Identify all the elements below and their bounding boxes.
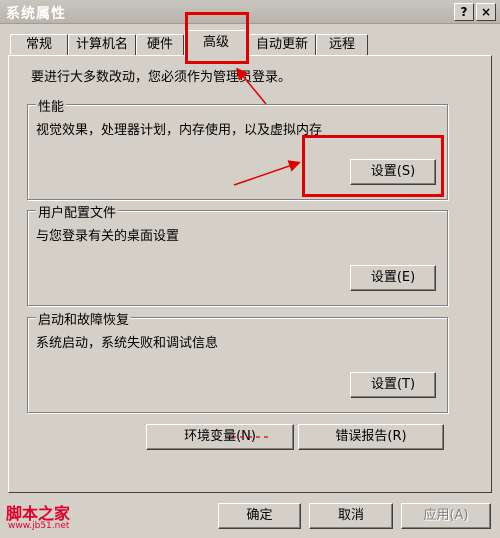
performance-group: 性能 视觉效果，处理器计划，内存使用，以及虚拟内存 设置(S) [27, 96, 448, 200]
performance-description: 视觉效果，处理器计划，内存使用，以及虚拟内存 [36, 123, 323, 138]
title-bar: 系统属性 ? × [0, 0, 500, 24]
startup-recovery-description: 系统启动，系统失败和调试信息 [36, 336, 219, 351]
user-profiles-group: 用户配置文件 与您登录有关的桌面设置 设置(E) [27, 202, 448, 306]
user-profiles-settings-button[interactable]: 设置(E) [350, 265, 436, 291]
performance-settings-button[interactable]: 设置(S) [350, 159, 436, 185]
advanced-tab-panel: 要进行大多数改动，您必须作为管理员登录。 性能 视觉效果，处理器计划，内存使用，… [8, 55, 492, 493]
tab-automatic-updates[interactable]: 自动更新 [248, 34, 316, 56]
tab-computer-name[interactable]: 计算机名 [68, 34, 136, 56]
startup-recovery-group: 启动和故障恢复 系统启动，系统失败和调试信息 设置(T) [27, 309, 448, 413]
tab-advanced[interactable]: 高级 [184, 30, 248, 57]
tab-remote[interactable]: 远程 [316, 34, 368, 56]
environment-variables-button[interactable]: 环境变量(N) [146, 424, 294, 450]
startup-recovery-settings-button[interactable]: 设置(T) [350, 372, 436, 398]
user-profiles-description: 与您登录有关的桌面设置 [36, 229, 180, 244]
cancel-button[interactable]: 取消 [309, 503, 393, 529]
user-profiles-group-label: 用户配置文件 [36, 202, 119, 221]
startup-recovery-group-label: 启动和故障恢复 [36, 309, 132, 328]
window-title: 系统属性 [6, 6, 66, 22]
tab-general[interactable]: 常规 [10, 34, 68, 56]
ok-button[interactable]: 确定 [218, 503, 301, 529]
apply-button[interactable]: 应用(A) [401, 503, 491, 529]
tab-hardware[interactable]: 硬件 [136, 34, 184, 56]
site-watermark-url: www.jb51.net [8, 521, 70, 531]
error-reporting-button[interactable]: 错误报告(R) [298, 424, 444, 450]
close-button[interactable]: × [476, 3, 496, 21]
help-button[interactable]: ? [454, 3, 474, 21]
tab-strip: 常规 计算机名 硬件 高级 自动更新 远程 [0, 30, 500, 57]
performance-group-label: 性能 [36, 96, 67, 115]
admin-notice: 要进行大多数改动，您必须作为管理员登录。 [31, 70, 292, 85]
